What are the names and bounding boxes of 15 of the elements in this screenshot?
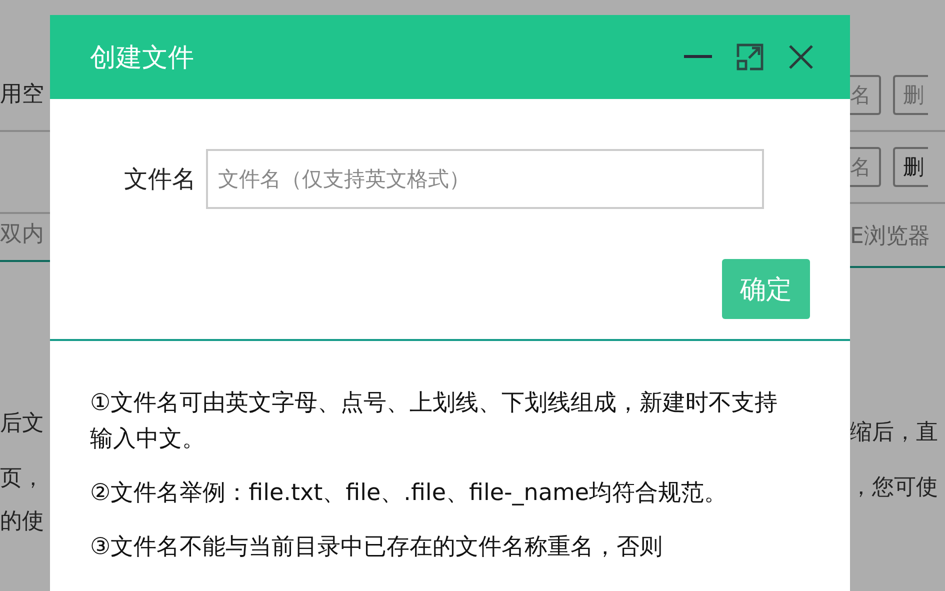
note-text: ①文件名可由英文字母、点号、上划线、下划线组成，新建时不支持输入中文。	[90, 389, 779, 454]
page-text: 后文	[0, 410, 45, 438]
input-field[interactable]: 文件名（仅支持英文格式）	[206, 149, 764, 209]
page-text: 缩后，直	[850, 419, 939, 447]
dialog-title: 创建文件	[90, 42, 194, 74]
note-text: ②文件名举例：file.txt、file、.file、file-_name均符合规范。	[90, 479, 728, 508]
page-button[interactable]: 删	[893, 147, 928, 187]
field-label: 文件名	[124, 164, 196, 195]
close-icon[interactable]	[788, 44, 814, 70]
confirm-button[interactable]: 确定	[722, 259, 810, 319]
note-text: ③文件名不能与当前目录中已存在的文件名称重名，否则	[90, 533, 664, 562]
page-text: ，您可使	[850, 474, 939, 502]
page-text: 的使	[0, 508, 45, 536]
maximize-icon[interactable]	[736, 43, 764, 71]
page-text: 页，	[0, 465, 45, 493]
